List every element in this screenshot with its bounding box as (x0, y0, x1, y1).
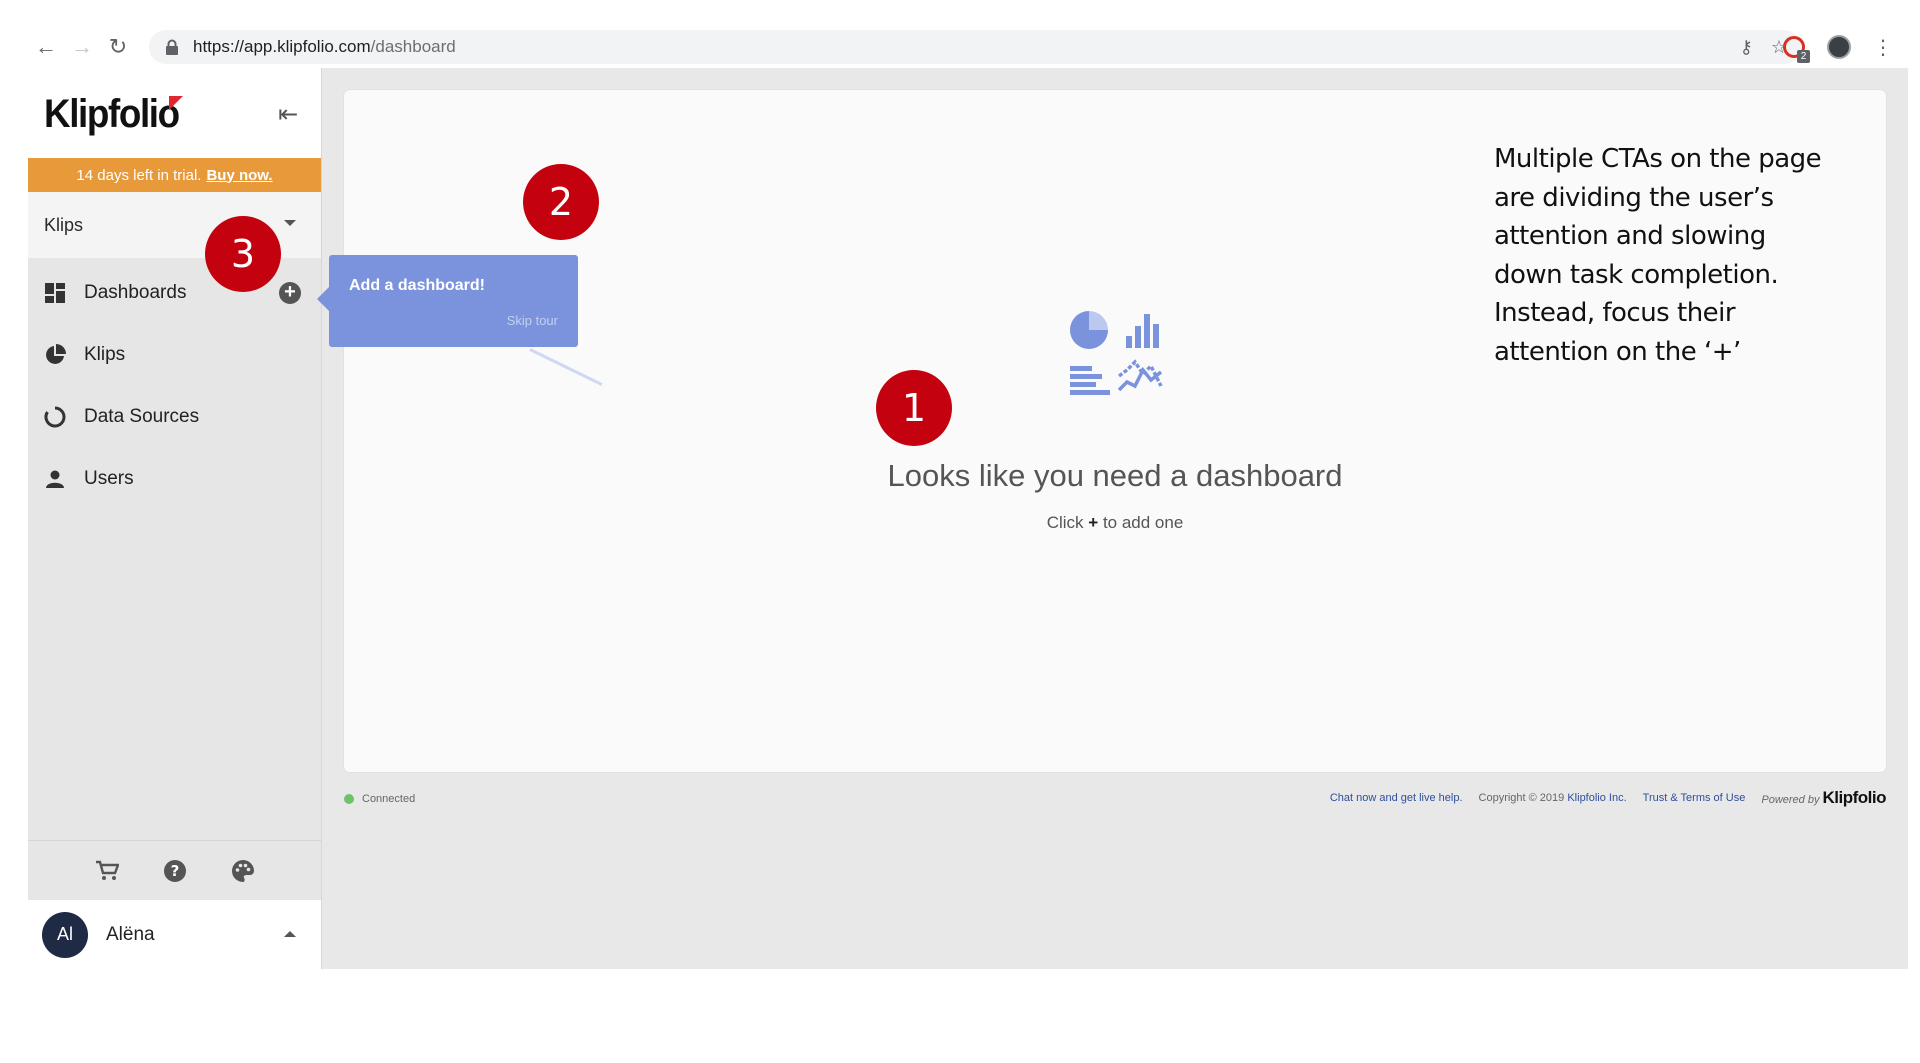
empty-state-title: Looks like you need a dashboard (887, 458, 1343, 493)
data-sources-icon (44, 406, 66, 428)
terms-link[interactable]: Trust & Terms of Use (1643, 792, 1746, 804)
avatar: Al (42, 911, 88, 958)
annotation-text: Multiple CTAs on the page are dividing t… (1494, 144, 1822, 367)
copyright-text: Copyright © 2019 (1478, 792, 1565, 804)
tooltip-title: Add a dashboard! (349, 277, 486, 294)
charts-illustration-icon (1069, 310, 1169, 410)
url-host: https://app.klipfolio.com (193, 37, 371, 56)
skip-tour-link[interactable]: Skip tour (507, 313, 558, 328)
sidebar-tools: ? (28, 840, 321, 900)
sidebar-item-dashboards[interactable]: Dashboards + (28, 262, 321, 324)
reload-icon[interactable]: ↻ (100, 30, 136, 64)
klipfolio-inc-link[interactable]: Klipfolio Inc. (1567, 792, 1626, 804)
back-icon[interactable]: ← (28, 30, 64, 64)
help-icon[interactable]: ? (162, 858, 188, 884)
svg-text:?: ? (170, 862, 179, 880)
status-text: Connected (362, 793, 416, 805)
step-marker-3: 3 (205, 216, 281, 292)
caret-down-icon (284, 220, 296, 226)
klipfolio-logo[interactable]: Klipfolio (44, 92, 180, 137)
trial-banner: 14 days left in trial. Buy now. (28, 158, 321, 192)
trial-text: 14 days left in trial. (76, 166, 202, 184)
sidebar-item-klips[interactable]: Klips (28, 324, 321, 386)
url-path: /dashboard (370, 37, 456, 56)
empty-sub-pre: Click (1046, 513, 1084, 532)
add-dashboard-button[interactable]: + (279, 282, 301, 304)
user-icon (44, 468, 66, 490)
tooltip-arrow (317, 287, 329, 311)
step-marker-1: 1 (876, 370, 952, 446)
forward-icon[interactable]: → (64, 30, 100, 64)
workspace-label: Klips (44, 214, 84, 235)
extension-icon[interactable]: 2 (1783, 36, 1810, 63)
palette-icon[interactable] (230, 858, 256, 884)
app-frame: Klipfolio ⇤ 14 days left in trial. Buy n… (28, 68, 1908, 969)
profile-icon[interactable] (1827, 35, 1851, 59)
lock-icon (165, 39, 179, 55)
caret-up-icon (284, 931, 296, 937)
powered-by-text: Powered by (1761, 794, 1820, 806)
logo-flag-icon (169, 96, 183, 110)
powered-by: Powered by Klipfolio (1761, 788, 1886, 808)
sidebar: Klipfolio ⇤ 14 days left in trial. Buy n… (28, 68, 322, 969)
footer-links: Chat now and get live help. Copyright © … (1330, 788, 1887, 808)
connection-status: Connected (344, 793, 415, 805)
cart-icon[interactable] (94, 858, 120, 884)
empty-state-subtitle: Click + to add one (344, 513, 1886, 533)
sidebar-item-label: Users (84, 468, 134, 489)
address-bar[interactable]: https://app.klipfolio.com/dashboard ⚷ ☆ (149, 30, 1801, 64)
logo-area: Klipfolio ⇤ (28, 68, 321, 158)
footer-logo: Klipfolio (1822, 788, 1887, 807)
chat-link[interactable]: Chat now and get live help. (1330, 792, 1463, 804)
step-marker-2: 2 (523, 164, 599, 240)
extension-badge: 2 (1797, 50, 1810, 63)
sidebar-item-data-sources[interactable]: Data Sources (28, 386, 321, 448)
klips-icon (44, 344, 66, 366)
sidebar-item-users[interactable]: Users (28, 448, 321, 510)
collapse-sidebar-icon[interactable]: ⇤ (278, 100, 298, 129)
user-name: Alëna (106, 923, 155, 945)
tour-tooltip: Add a dashboard! Skip tour (317, 255, 578, 347)
copyright: Copyright © 2019 Klipfolio Inc. (1479, 792, 1627, 804)
key-icon[interactable]: ⚷ (1740, 37, 1753, 58)
user-menu[interactable]: Al Alëna (28, 900, 321, 969)
connected-dot-icon (344, 794, 354, 804)
buy-now-link[interactable]: Buy now. (206, 167, 272, 184)
sidebar-item-label: Klips (84, 344, 126, 365)
empty-sub-post: to add one (1102, 513, 1184, 532)
empty-sub-plus: + (1088, 513, 1099, 532)
dashboards-icon (44, 282, 66, 304)
browser-toolbar: ← → ↻ https://app.klipfolio.com/dashboar… (28, 30, 1908, 64)
sidebar-item-label: Dashboards (84, 282, 187, 303)
sidebar-item-label: Data Sources (84, 406, 200, 427)
menu-icon[interactable]: ⋮ (1873, 35, 1893, 60)
